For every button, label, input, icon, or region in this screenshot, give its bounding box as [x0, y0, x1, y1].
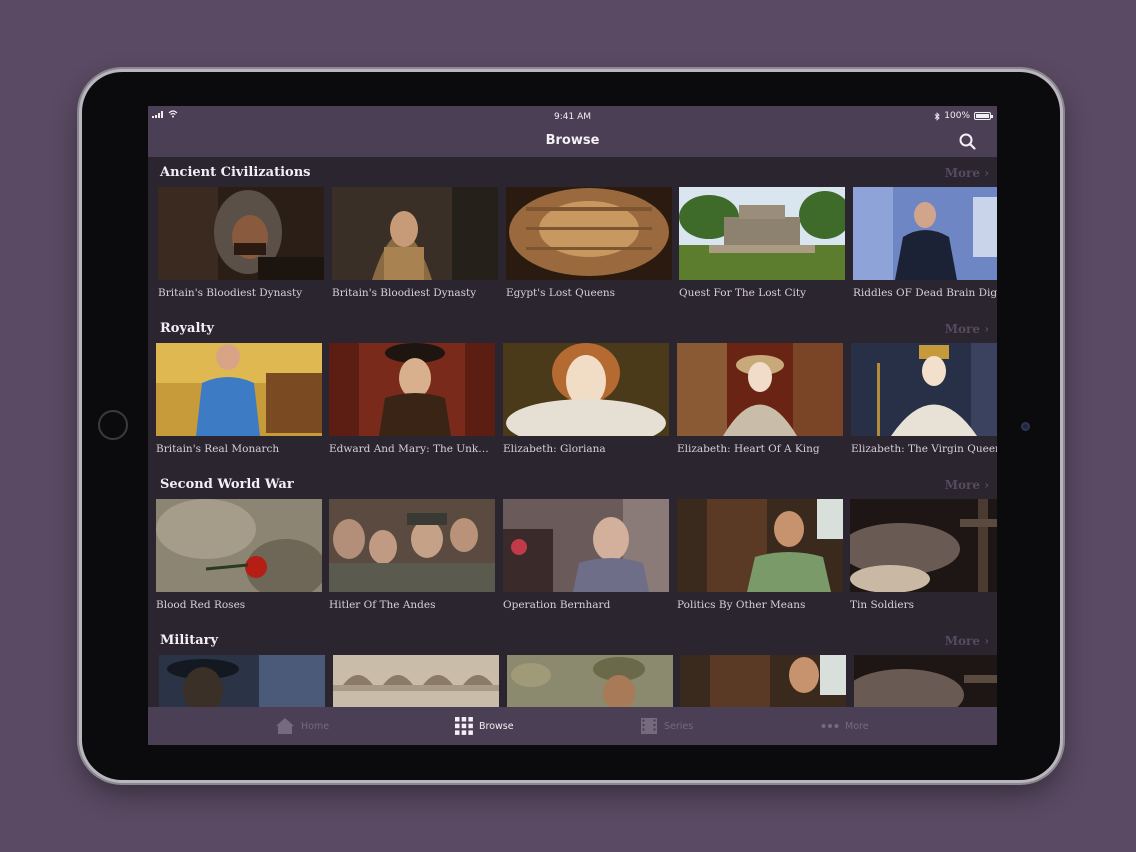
video-card[interactable]: Operation Bernhard [503, 499, 669, 611]
video-thumbnail [677, 499, 843, 592]
section-title: Royalty [160, 321, 214, 336]
section-royalty: Royalty More › Britain's Real Monarch Ed… [148, 313, 997, 469]
video-card[interactable]: Elizabeth: Gloriana [503, 343, 669, 455]
video-thumbnail [329, 343, 495, 436]
section-title: Second World War [160, 477, 294, 492]
home-hardware-button [98, 410, 128, 440]
video-card[interactable]: Blood Red Roses [156, 499, 322, 611]
video-title: Egypt's Lost Queens [506, 287, 616, 299]
more-link[interactable]: More › [945, 166, 989, 180]
video-thumbnail [503, 343, 669, 436]
video-title: Elizabeth: Gloriana [503, 443, 606, 455]
section-ancient-civilizations: Ancient Civilizations More › Britain's B… [148, 157, 997, 313]
video-title: Blood Red Roses [156, 599, 246, 611]
video-title: Riddles OF Dead Brain Digg [853, 287, 997, 299]
video-thumbnail [503, 499, 669, 592]
tab-label: More [845, 720, 869, 732]
video-thumbnail [677, 343, 843, 436]
video-card[interactable]: Egypt's Lost Queens [506, 187, 672, 299]
video-card[interactable]: Riddles OF Dead Brain Digg [853, 187, 997, 299]
video-title: Britain's Bloodiest Dynasty [158, 287, 303, 299]
video-title: Politics By Other Means [677, 599, 806, 611]
battery-percent: 100% [944, 111, 970, 121]
video-title: Operation Bernhard [503, 599, 611, 611]
battery-icon [974, 112, 993, 120]
section-title: Military [160, 633, 219, 648]
tab-browse[interactable]: Browse [455, 717, 514, 735]
video-thumbnail [158, 187, 324, 280]
video-thumbnail [156, 499, 322, 592]
bluetooth-icon [934, 111, 940, 121]
app-screen: 9:41 AM 100% Browse Ancient Civilization… [148, 106, 997, 745]
video-card[interactable] [333, 655, 499, 707]
video-card[interactable]: Britain's Bloodiest Dynasty [332, 187, 498, 299]
video-thumbnail [507, 655, 673, 707]
ellipsis-icon [821, 724, 839, 728]
video-card[interactable]: Tin Soldiers [850, 499, 997, 611]
video-card[interactable] [680, 655, 846, 707]
video-card[interactable]: Britain's Real Monarch [156, 343, 322, 455]
video-title: Elizabeth: Heart Of A King [677, 443, 820, 455]
video-card[interactable]: Edward And Mary: The Unkno... [329, 343, 495, 455]
navigation-bar: Browse [148, 128, 997, 157]
tab-label: Series [664, 720, 694, 732]
search-icon[interactable] [957, 131, 979, 153]
video-card[interactable]: Elizabeth: Heart Of A King [677, 343, 843, 455]
grid-icon [455, 717, 473, 735]
video-thumbnail [329, 499, 495, 592]
camera-icon [1021, 422, 1030, 431]
home-icon [276, 718, 294, 734]
tab-label: Home [301, 720, 330, 732]
more-link[interactable]: More › [945, 322, 989, 336]
browse-content: Ancient Civilizations More › Britain's B… [148, 157, 997, 707]
video-thumbnail [851, 343, 997, 436]
video-title: Hitler Of The Andes [329, 599, 436, 611]
video-thumbnail [159, 655, 325, 707]
video-title: Britain's Bloodiest Dynasty [332, 287, 477, 299]
status-time: 9:41 AM [554, 112, 591, 122]
video-thumbnail [679, 187, 845, 280]
video-thumbnail [680, 655, 846, 707]
section-second-world-war: Second World War More › Blood Red Roses … [148, 469, 997, 625]
video-card[interactable] [507, 655, 673, 707]
video-thumbnail [506, 187, 672, 280]
section-title: Ancient Civilizations [160, 165, 311, 180]
status-bar: 9:41 AM 100% [148, 106, 997, 128]
video-thumbnail [333, 655, 499, 707]
tab-more[interactable]: More [821, 717, 869, 735]
video-card[interactable] [854, 655, 997, 707]
video-thumbnail [854, 655, 997, 707]
video-thumbnail [156, 343, 322, 436]
page-title: Browse [545, 133, 600, 148]
video-title: Quest For The Lost City [679, 287, 807, 299]
video-card[interactable] [159, 655, 325, 707]
video-card[interactable]: Politics By Other Means [677, 499, 843, 611]
more-link[interactable]: More › [945, 634, 989, 648]
section-military: Military More › [148, 625, 997, 707]
video-thumbnail [850, 499, 997, 592]
film-icon [641, 718, 657, 734]
tab-label: Browse [479, 720, 514, 732]
video-title: Britain's Real Monarch [156, 443, 280, 455]
video-title: Elizabeth: The Virgin Queen [851, 443, 997, 455]
tab-bar: Home Browse Series More [148, 707, 997, 745]
video-title: Tin Soldiers [850, 599, 915, 611]
more-link[interactable]: More › [945, 478, 989, 492]
tab-home[interactable]: Home [275, 717, 329, 735]
video-card[interactable]: Hitler Of The Andes [329, 499, 495, 611]
video-card[interactable]: Elizabeth: The Virgin Queen [851, 343, 997, 455]
tab-series[interactable]: Series [640, 717, 693, 735]
video-title: Edward And Mary: The Unkno... [329, 443, 495, 455]
video-thumbnail [332, 187, 498, 280]
video-thumbnail [853, 187, 997, 280]
video-card[interactable]: Britain's Bloodiest Dynasty [158, 187, 324, 299]
video-card[interactable]: Quest For The Lost City [679, 187, 845, 299]
